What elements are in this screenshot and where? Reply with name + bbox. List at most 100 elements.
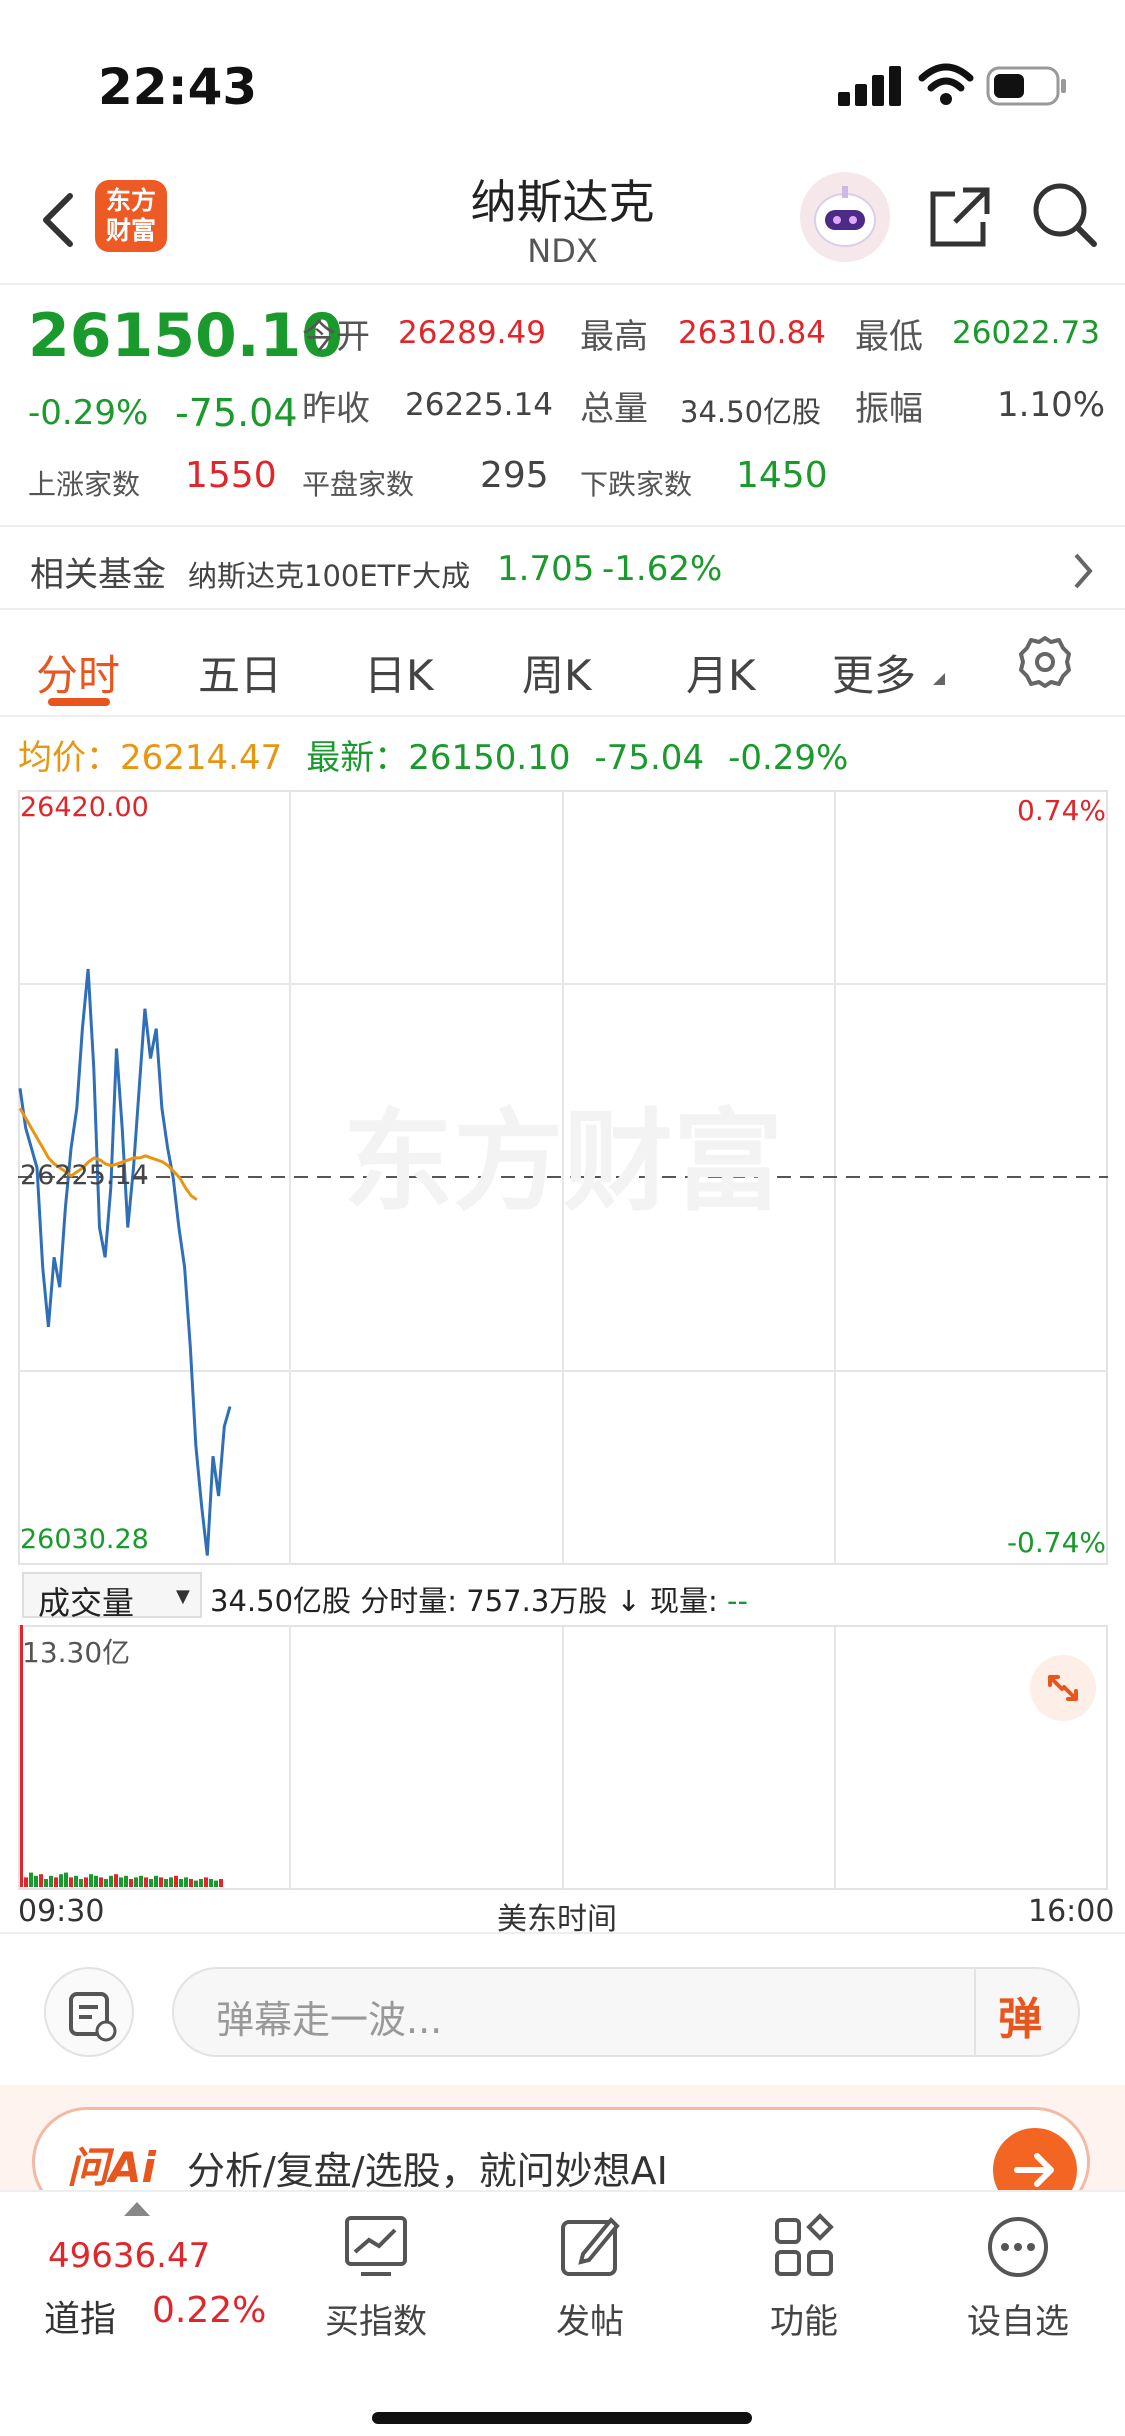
- low-label: 最低: [855, 317, 923, 357]
- fund-label: 相关基金: [30, 555, 166, 595]
- tab-intraday[interactable]: 分时: [36, 642, 120, 703]
- latest-pct: -0.29%: [728, 738, 849, 778]
- volume-bar: [109, 1875, 113, 1887]
- volume-bar: [64, 1872, 68, 1887]
- x-axis-start: 09:30: [18, 1894, 105, 1929]
- y-axis-bottom-label: 26030.28: [20, 1524, 149, 1555]
- search-icon[interactable]: [1030, 180, 1100, 254]
- volume-total: 34.50亿股: [210, 1584, 352, 1618]
- grid-icon: [769, 2212, 839, 2282]
- tab-weekly-k[interactable]: 周K: [522, 642, 592, 703]
- volume-bar: [189, 1879, 193, 1887]
- tab-more[interactable]: 更多: [832, 642, 916, 703]
- down-count-label: 下跌家数: [580, 468, 693, 501]
- volume-bar: [119, 1877, 123, 1887]
- tab-buy-index[interactable]: 买指数: [306, 2212, 446, 2343]
- volume-selector[interactable]: 成交量 ▼: [22, 1572, 202, 1622]
- volume-bar: [149, 1879, 153, 1887]
- volume-bar: [194, 1880, 198, 1887]
- latest-change: -75.04: [594, 738, 705, 778]
- tab-active-indicator: [48, 698, 110, 706]
- prev-close-value: 26225.14: [405, 387, 553, 423]
- fund-price: 1.705: [497, 549, 595, 589]
- volume-bar: [69, 1877, 73, 1887]
- now-vol: --: [727, 1584, 748, 1618]
- prev-close-label: 昨收: [302, 389, 370, 429]
- volume-bar: [34, 1875, 38, 1887]
- volume-max-label: 13.30亿: [22, 1636, 131, 1669]
- change-pct: -0.29%: [28, 393, 149, 433]
- tab-buy-index-label: 买指数: [325, 2302, 427, 2342]
- last-price: 26150.10: [28, 301, 344, 371]
- volume-bar: [84, 1877, 88, 1887]
- tab-functions[interactable]: 功能: [734, 2212, 874, 2343]
- status-bar: 22:43: [0, 0, 1125, 160]
- index-value: 49636.47: [48, 2236, 211, 2276]
- open-value: 26289.49: [398, 315, 546, 351]
- volume-bar: [139, 1875, 143, 1887]
- ai-banner: 问Ai 分析/复盘/选股，就问妙想AI: [0, 2085, 1125, 2217]
- tab-monthly-k[interactable]: 月K: [686, 642, 756, 703]
- tab-five-day[interactable]: 五日: [198, 642, 282, 703]
- volume-bar: [209, 1879, 213, 1887]
- home-indicator: [372, 2412, 752, 2424]
- tab-post[interactable]: 发帖: [520, 2212, 660, 2343]
- divider: [0, 1932, 1125, 1934]
- danmu-send-button[interactable]: 弹: [998, 1983, 1042, 2047]
- chart-trend-icon: [341, 2212, 411, 2282]
- settings-gear-icon[interactable]: [1015, 632, 1075, 696]
- volume-bar: [184, 1877, 188, 1887]
- pct-bottom-label: -0.74%: [1006, 1526, 1106, 1559]
- clock: 22:43: [98, 58, 258, 116]
- volume-bar: [104, 1879, 108, 1887]
- tab-daily-k[interactable]: 日K: [364, 642, 434, 703]
- volume-bar: [159, 1877, 163, 1887]
- battery-icon: [986, 66, 1068, 110]
- high-value: 26310.84: [678, 315, 826, 351]
- volume-bar: [169, 1877, 173, 1887]
- latest-label: 最新：: [306, 738, 409, 778]
- chart-watermark: 东方财富: [343, 1098, 783, 1226]
- expand-button[interactable]: [1030, 1655, 1096, 1721]
- volume-bar: [29, 1872, 33, 1887]
- fund-change: -1.62%: [602, 549, 723, 589]
- down-arrow-icon: ↓: [616, 1584, 641, 1618]
- danmu-input[interactable]: 弹幕走一波... 弹: [172, 1967, 1080, 2057]
- volume-bar: [94, 1875, 98, 1887]
- quote-panel: 26150.10 -0.29% -75.04 今开 26289.49 最高 26…: [0, 285, 1125, 525]
- signal-icon: [838, 66, 904, 110]
- up-count-label: 上涨家数: [28, 468, 141, 501]
- index-name: 道指: [44, 2299, 117, 2340]
- avg-label: 均价：: [18, 738, 120, 778]
- volume-bar: [199, 1879, 203, 1887]
- y-axis-mid-label: 26225.14: [20, 1160, 149, 1191]
- caret-up-icon: [124, 2202, 150, 2222]
- volume-label: 总量: [580, 389, 648, 429]
- volume-bar: [59, 1874, 63, 1887]
- volume-bar: [39, 1874, 43, 1887]
- price-chart[interactable]: 东方财富 26420.00 26030.28 26225.14 0.74% -0…: [18, 790, 1108, 1565]
- volume-header: 成交量 ▼ 34.50亿股 分时量: 757.3万股 ↓ 现量: --: [18, 1570, 1118, 1622]
- danmu-list-button[interactable]: [44, 1967, 134, 2057]
- tab-add-watchlist[interactable]: 设自选: [948, 2212, 1088, 2343]
- pct-top-label: 0.74%: [1017, 794, 1106, 827]
- volume-bar: [204, 1877, 208, 1887]
- volume-stats: 34.50亿股 分时量: 757.3万股 ↓ 现量: --: [210, 1578, 748, 1620]
- chart-header: 均价：26214.47 最新：26150.10 -75.04 -0.29%: [18, 730, 1118, 780]
- volume-bar: [54, 1877, 58, 1887]
- flat-count: 295: [480, 455, 549, 496]
- edit-icon: [555, 2212, 625, 2282]
- volume-bar: [219, 1879, 223, 1887]
- related-fund-row[interactable]: 相关基金 纳斯达克100ETF大成 1.705 -1.62%: [0, 525, 1125, 610]
- share-icon[interactable]: [925, 182, 995, 256]
- volume-bar: [154, 1875, 158, 1887]
- robot-avatar-icon[interactable]: [800, 172, 890, 262]
- volume-bar: [89, 1874, 93, 1887]
- down-count: 1450: [736, 455, 828, 496]
- fund-name: 纳斯达克100ETF大成: [188, 559, 471, 593]
- nav-bar: 东方 财富 纳斯达克 NDX: [0, 160, 1125, 285]
- period-tabs: 分时 五日 日K 周K 月K 更多: [0, 612, 1125, 717]
- index-ticker[interactable]: 49636.47 道指 0.22%: [40, 2202, 280, 2362]
- volume-bar: [79, 1879, 83, 1887]
- volume-chart[interactable]: 13.30亿: [18, 1625, 1108, 1890]
